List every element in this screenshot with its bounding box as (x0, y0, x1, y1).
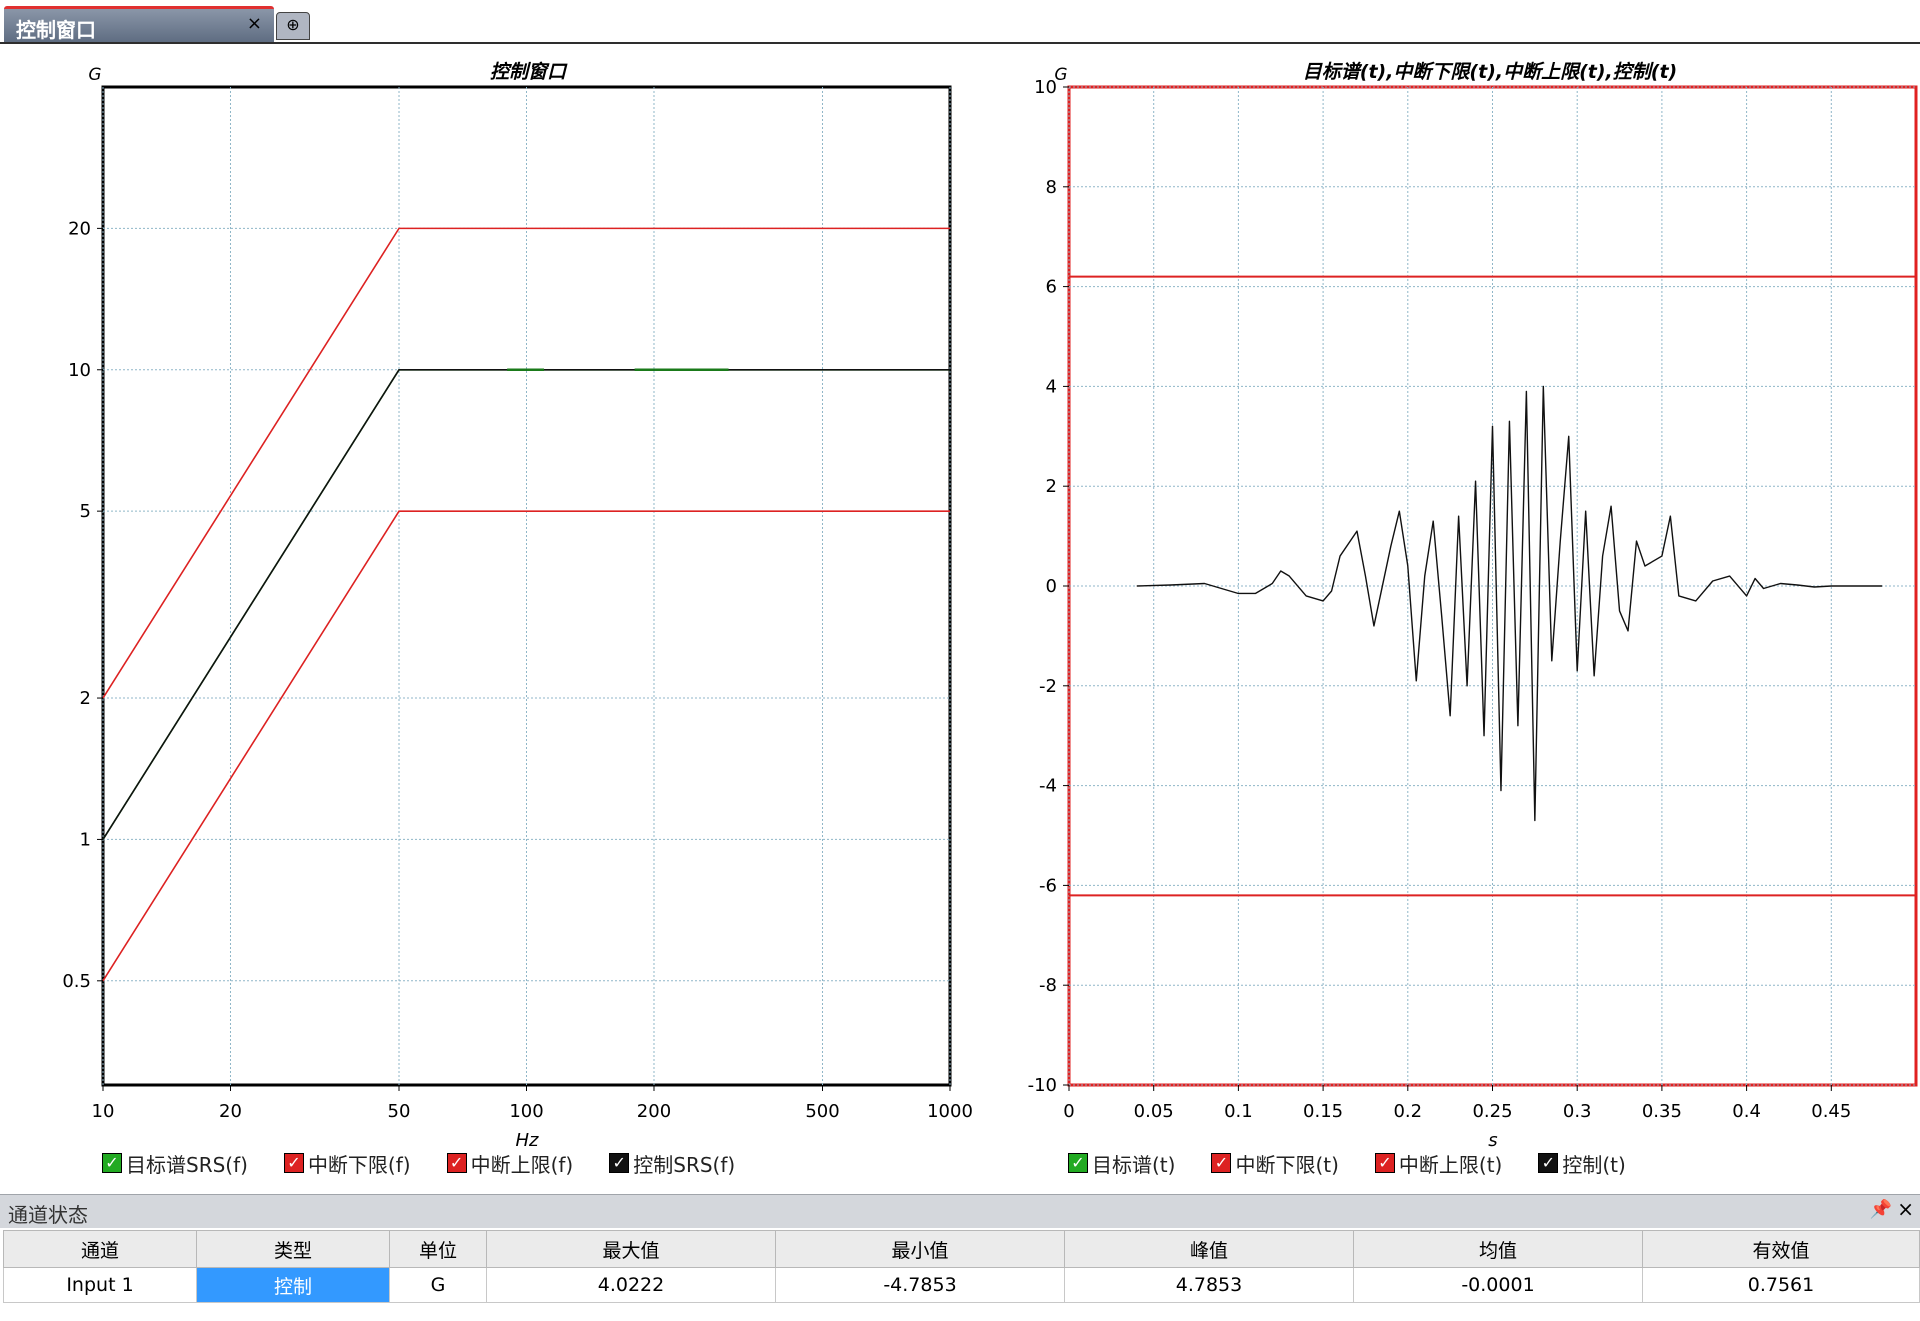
column-header[interactable]: 最大值 (486, 1230, 776, 1268)
y-tick-label: -8 (1039, 975, 1057, 996)
cell-max[interactable]: 4.0222 (486, 1267, 776, 1303)
status-panel-title: 通道状态 (8, 1203, 88, 1227)
column-header[interactable]: 峰值 (1064, 1230, 1354, 1268)
cell-unit[interactable]: G (389, 1267, 487, 1303)
cell-rms[interactable]: 0.7561 (1642, 1267, 1920, 1303)
cell-channel[interactable]: Input 1 (3, 1267, 197, 1303)
x-tick-label: 0.45 (1811, 1101, 1851, 1122)
y-tick-label: 20 (68, 218, 91, 239)
column-header[interactable]: 单位 (389, 1230, 487, 1268)
x-tick-label: 100 (509, 1101, 543, 1122)
cell-mean[interactable]: -0.0001 (1353, 1267, 1643, 1303)
checkbox-icon[interactable]: ✓ (609, 1153, 630, 1173)
y-tick-label: 5 (80, 501, 91, 522)
right-chart-title: 目标谱(t),中断下限(t),中断上限(t),控制(t) (1303, 61, 1677, 83)
x-tick-label: 0.25 (1472, 1101, 1512, 1122)
column-header[interactable]: 均值 (1353, 1230, 1643, 1268)
left-x-ticks: 10 20 50 100 200 500 1000 (92, 1085, 973, 1122)
x-tick-label: 1000 (927, 1101, 973, 1122)
cell-min[interactable]: -4.7853 (775, 1267, 1065, 1303)
charts-area: 控制窗口 G 10 20 50 100 200 500 1000 20105210.5 Hz… (62, 61, 1918, 1151)
table-header-row: 通道 类型 单位 最大值 最小值 峰值 均值 有效值 (3, 1230, 1920, 1268)
right-y-ticks: 10 8 6 4 2 0 -2 -4 -6 -8 -10 (1028, 77, 1069, 1096)
column-header[interactable]: 通道 (3, 1230, 197, 1268)
x-tick-label: 10 (92, 1101, 115, 1122)
legend-item-control-t[interactable]: ✓ 控制(t) (1538, 1148, 1626, 1178)
add-tab-icon[interactable]: ⊕ (276, 12, 310, 40)
legend-item-upper-abort[interactable]: ✓ 中断上限(f) (446, 1148, 574, 1178)
y-tick-label: 10 (1034, 77, 1057, 98)
left-chart-y-unit: G (88, 65, 101, 85)
y-tick-label: -4 (1039, 776, 1057, 797)
legend-label: 中断下限(t) (1235, 1152, 1339, 1177)
checkbox-icon[interactable]: ✓ (1211, 1153, 1232, 1173)
x-tick-label: 0 (1063, 1101, 1074, 1122)
checkbox-icon[interactable]: ✓ (1538, 1153, 1559, 1173)
left-y-ticks: 20 10 5 2 1 0.5 (62, 218, 103, 992)
tab-label: 控制窗口 (16, 18, 96, 42)
channel-status-table: 通道 类型 单位 最大值 最小值 峰值 均值 有效值 Input 1 控制 G … (3, 1230, 1920, 1303)
pin-icon[interactable]: 📌 (1870, 1199, 1892, 1220)
tab-control-window[interactable]: 控制窗口 × (4, 6, 274, 42)
y-tick-label: 10 (68, 360, 91, 381)
y-tick-label: -2 (1039, 676, 1057, 697)
legend-label: 控制(t) (1562, 1152, 1626, 1177)
checkbox-icon[interactable]: ✓ (283, 1153, 304, 1173)
legend-label: 控制SRS(f) (633, 1152, 736, 1177)
y-tick-label: 2 (80, 688, 91, 709)
checkbox-icon[interactable]: ✓ (446, 1153, 467, 1173)
left-chart-title: 控制窗口 (490, 61, 568, 83)
legend-label: 目标谱(t) (1092, 1152, 1176, 1177)
x-tick-label: 50 (388, 1101, 411, 1122)
column-header[interactable]: 类型 (196, 1230, 390, 1268)
legend-item-target-srs[interactable]: ✓ 目标谱SRS(f) (102, 1148, 248, 1178)
x-tick-label: 20 (219, 1101, 242, 1122)
left-chart: 控制窗口 G 10 20 50 100 200 500 1000 20105210.5 Hz (62, 61, 973, 1151)
y-tick-label: -6 (1039, 875, 1057, 896)
legend-item-control-srs[interactable]: ✓ 控制SRS(f) (609, 1148, 735, 1178)
x-tick-label: 0.4 (1732, 1101, 1761, 1122)
tab-strip: 控制窗口 × ⊕ (0, 0, 1920, 44)
right-legend: ✓ 目标谱(t) ✓ 中断下限(t) ✓ 中断上限(t) ✓ 控制(t) (1068, 1148, 1662, 1178)
table-row[interactable]: Input 1 控制 G 4.0222 -4.7853 4.7853 -0.00… (3, 1267, 1920, 1303)
y-tick-label: 2 (1046, 476, 1057, 497)
x-tick-label: 0.1 (1224, 1101, 1253, 1122)
legend-label: 中断下限(f) (307, 1152, 411, 1177)
y-tick-label: 0 (1046, 576, 1057, 597)
x-tick-label: 500 (805, 1101, 839, 1122)
x-tick-label: 200 (637, 1101, 671, 1122)
left-legend: ✓ 目标谱SRS(f) ✓ 中断下限(f) ✓ 中断上限(f) ✓ 控制SRS(… (102, 1148, 771, 1178)
legend-label: 中断上限(f) (470, 1152, 574, 1177)
legend-item-target[interactable]: ✓ 目标谱(t) (1068, 1148, 1175, 1178)
legend-label: 中断上限(t) (1398, 1152, 1503, 1177)
cell-peak[interactable]: 4.7853 (1064, 1267, 1354, 1303)
legend-item-lower-abort-t[interactable]: ✓ 中断下限(t) (1211, 1148, 1339, 1178)
x-tick-label: 0.15 (1303, 1101, 1343, 1122)
status-panel-header: 通道状态 📌 × (0, 1194, 1920, 1228)
y-tick-label: 8 (1046, 177, 1057, 198)
checkbox-icon[interactable]: ✓ (1068, 1153, 1088, 1173)
y-tick-label: 1 (80, 829, 91, 850)
cell-type[interactable]: 控制 (196, 1267, 390, 1303)
x-tick-label: 0.3 (1563, 1101, 1592, 1122)
y-tick-label: 4 (1046, 376, 1057, 397)
column-header[interactable]: 最小值 (775, 1230, 1065, 1268)
legend-label: 目标谱SRS(f) (126, 1152, 248, 1177)
legend-item-lower-abort[interactable]: ✓ 中断下限(f) (283, 1148, 411, 1178)
y-tick-label: 6 (1046, 277, 1057, 298)
tab-close-icon[interactable]: × (247, 13, 262, 34)
y-tick-label: -10 (1028, 1075, 1057, 1096)
right-chart: 目标谱(t),中断下限(t),中断上限(t),控制(t) G 0 0.05 0.1 0… (1028, 61, 1918, 1151)
x-tick-label: 0.35 (1642, 1101, 1682, 1122)
x-tick-label: 0.2 (1393, 1101, 1422, 1122)
y-tick-label: 0.5 (62, 971, 91, 992)
checkbox-icon[interactable]: ✓ (102, 1153, 122, 1173)
legend-item-upper-abort-t[interactable]: ✓ 中断上限(t) (1374, 1148, 1503, 1178)
right-x-ticks: 0 0.05 0.1 0.15 0.2 0.25 0.3 0.35 0.4 0.45 (1063, 1085, 1851, 1122)
close-icon[interactable]: × (1897, 1197, 1914, 1221)
column-header[interactable]: 有效值 (1642, 1230, 1920, 1268)
x-tick-label: 0.05 (1134, 1101, 1174, 1122)
checkbox-icon[interactable]: ✓ (1374, 1153, 1395, 1173)
